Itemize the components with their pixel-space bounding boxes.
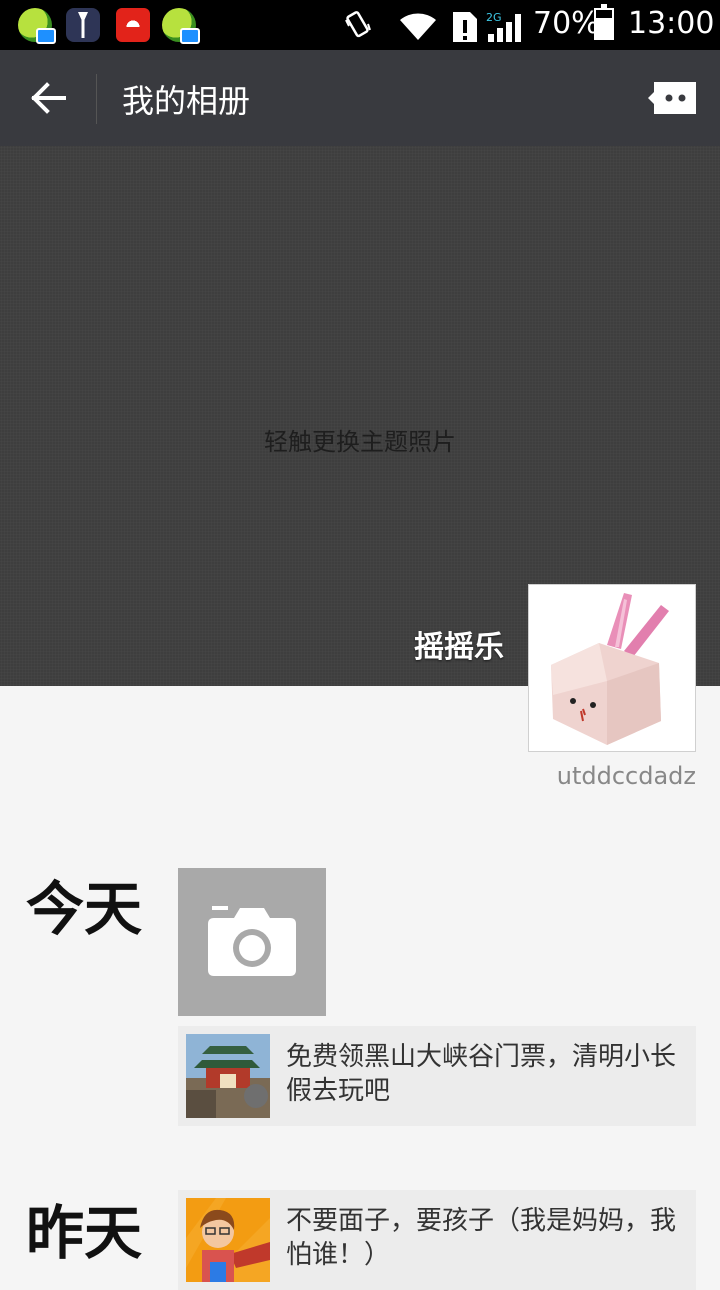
shared-post[interactable]: 不要面子，要孩子（我是妈妈，我怕谁！） — [178, 1190, 696, 1290]
post-thumbnail — [186, 1034, 270, 1118]
username: utddccdadz — [556, 762, 696, 790]
add-photo-button[interactable] — [178, 868, 326, 1016]
signal-icon: 2G — [486, 11, 521, 42]
battery-icon — [594, 4, 614, 40]
status-bar: 2G 70% 13:00 — [0, 0, 720, 50]
clock: 13:00 — [628, 6, 715, 41]
back-arrow-icon[interactable] — [20, 70, 76, 126]
battery-percent: 70% — [533, 6, 600, 41]
vibrate-icon — [345, 11, 371, 38]
camera-icon — [208, 906, 296, 976]
post-text: 不要面子，要孩子（我是妈妈，我怕谁！） — [286, 1206, 677, 1270]
tuxedo-app-icon — [66, 8, 100, 42]
battery-level-fill — [596, 18, 612, 38]
action-bar-divider — [96, 74, 97, 124]
app-plus-mail-icon — [18, 8, 56, 44]
huawei-app-icon — [116, 8, 150, 42]
day-label-today: 今天 — [26, 875, 143, 943]
post-text: 免费领黑山大峡谷门票，清明小长假去玩吧 — [286, 1042, 677, 1106]
app-plus-mail-icon — [162, 8, 200, 44]
page-title: 我的相册 — [122, 82, 251, 120]
day-label-yesterday: 昨天 — [26, 1199, 143, 1267]
user-nickname: 摇摇乐 — [414, 630, 504, 665]
message-more-icon[interactable] — [646, 78, 700, 118]
change-cover-hint: 轻触更换主题照片 — [264, 428, 456, 456]
svg-text:2G: 2G — [486, 11, 502, 24]
action-bar: 我的相册 — [0, 50, 720, 146]
wifi-icon — [400, 13, 436, 40]
origami-rabbit-image — [529, 585, 695, 751]
avatar[interactable] — [528, 584, 696, 752]
shared-post[interactable]: 免费领黑山大峡谷门票，清明小长假去玩吧 — [178, 1026, 696, 1126]
sim-alert-icon — [453, 12, 477, 42]
post-thumbnail — [186, 1198, 270, 1282]
